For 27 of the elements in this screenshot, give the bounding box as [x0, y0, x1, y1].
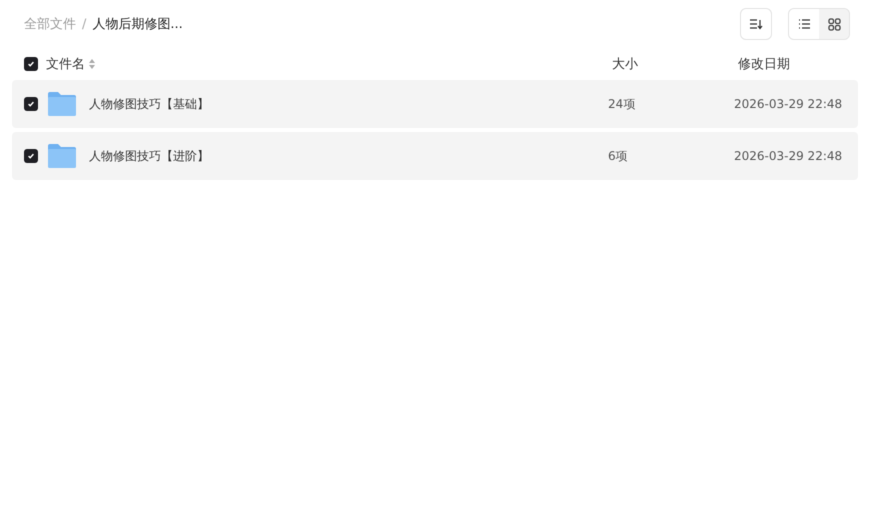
sort-icon — [749, 18, 763, 30]
folder-icon — [47, 91, 77, 117]
breadcrumb-separator: / — [82, 16, 86, 32]
item-count: 6项 — [608, 148, 629, 164]
checkmark-icon — [27, 100, 35, 108]
column-header[interactable]: 文件名 — [46, 55, 85, 73]
folder-name: 人物修图技巧【进阶】 — [89, 148, 209, 164]
modified-date: 2026-03-29 22:48 — [734, 149, 844, 163]
modified-date: 2026-03-29 22:48 — [734, 97, 844, 111]
folder-icon — [47, 143, 77, 169]
file-row[interactable]: 人物修图技巧【基础】 24项 2026-03-29 22:48 — [12, 80, 858, 128]
column-header: 大小 — [611, 56, 639, 73]
sort-button[interactable] — [740, 8, 772, 40]
select-all-checkbox[interactable] — [24, 57, 38, 71]
checkmark-icon — [27, 60, 35, 68]
sort-icon — [89, 59, 95, 69]
checkmark-icon — [27, 152, 35, 160]
row-checkbox[interactable] — [24, 97, 38, 111]
file-row[interactable]: 人物修图技巧【进阶】 6项 2026-03-29 22:48 — [12, 132, 858, 180]
grid-icon — [828, 18, 840, 30]
list-view-button[interactable] — [789, 9, 819, 39]
item-count: 24项 — [608, 96, 636, 112]
list-icon — [798, 19, 810, 29]
row-checkbox[interactable] — [24, 149, 38, 163]
folder-name: 人物修图技巧【基础】 — [89, 96, 209, 112]
current-folder-label: 人物后期修图... — [92, 16, 183, 33]
column-header: 修改日期 — [737, 56, 791, 73]
